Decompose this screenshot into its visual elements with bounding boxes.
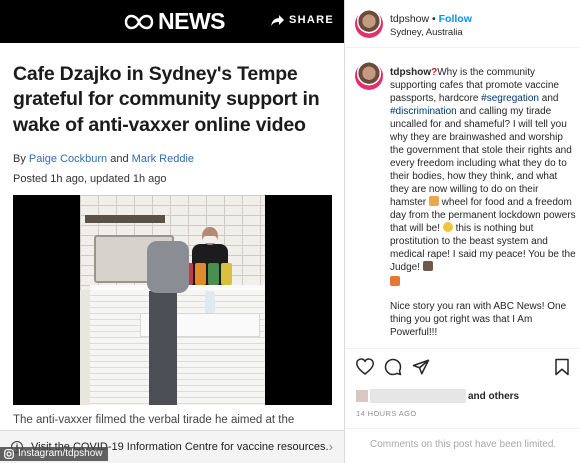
location-link[interactable]: Sydney, Australia — [390, 27, 463, 38]
judge-emoji-icon — [422, 261, 433, 271]
author-link-2[interactable]: Mark Reddie — [132, 153, 194, 165]
water-bottle — [205, 291, 215, 315]
liker-avatar-blurred — [356, 390, 368, 402]
abc-logo-icon — [124, 14, 154, 29]
liker-name-blurred — [370, 389, 466, 403]
source-watermark: Instagram/tdpshow — [0, 447, 108, 461]
author-link-1[interactable]: Paige Cockburn — [29, 153, 107, 165]
comments-limited-text: Comments on this post have been limited. — [370, 439, 557, 450]
comment-icon[interactable] — [384, 358, 402, 376]
avatar[interactable] — [355, 10, 383, 38]
article-body-snippet: The anti-vaxxer filmed the verbal tirade… — [13, 414, 295, 426]
posted-time: Posted 1h ago, updated 1h ago — [13, 173, 167, 185]
comments-limited-notice: Comments on this post have been limited. — [346, 428, 580, 463]
send-icon[interactable] — [412, 358, 430, 376]
watermark-text: Instagram/tdpshow — [18, 448, 103, 459]
caption-part-3: and calling my tirade uncalled for and s… — [390, 106, 572, 208]
hashtag-segregation[interactable]: #segregation — [481, 93, 539, 104]
abc-header: NEWS SHARE — [0, 0, 344, 43]
byline-and: and — [110, 153, 129, 165]
post-header: tdpshow • Follow Sydney, Australia — [346, 0, 580, 48]
caption-part-2: and — [539, 93, 559, 104]
likes-suffix: and others — [468, 390, 520, 402]
share-button[interactable]: SHARE — [270, 14, 334, 26]
shelf — [85, 215, 165, 223]
follow-button[interactable]: Follow — [439, 13, 472, 25]
article-photo — [13, 195, 332, 405]
post-author: tdpshow • Follow — [390, 13, 472, 25]
cafe-scene — [80, 195, 265, 405]
caption-paragraph-2: Nice story you ran with ABC News! One th… — [390, 301, 567, 338]
bookmark-icon[interactable] — [554, 358, 570, 376]
post-timestamp: 14 HOURS AGO — [356, 409, 417, 418]
abc-article-panel: NEWS SHARE Cafe Dzajko in Sydney's Tempe… — [0, 0, 345, 463]
byline-prefix: By — [13, 153, 26, 165]
collision-emoji-icon — [390, 276, 400, 286]
chevron-right-icon: › — [328, 439, 333, 454]
share-label: SHARE — [288, 14, 334, 26]
byline: By Paige Cockburn and Mark Reddie — [13, 153, 194, 165]
grin-emoji-icon — [442, 222, 453, 232]
comment-avatar[interactable] — [355, 62, 383, 90]
abc-logo-text: NEWS — [158, 8, 226, 34]
abc-news-logo[interactable]: NEWS — [124, 8, 226, 35]
instagram-panel: tdpshow • Follow Sydney, Australia tdpsh… — [346, 0, 580, 463]
likes-row[interactable]: and others — [356, 389, 519, 403]
hamster-emoji-icon — [428, 196, 439, 206]
article-headline: Cafe Dzajko in Sydney's Tempe grateful f… — [13, 63, 320, 136]
heart-icon[interactable] — [356, 358, 374, 375]
hashtag-discrimination[interactable]: #discrimination — [390, 106, 457, 117]
instagram-glyph-icon — [4, 448, 14, 459]
separator-dot: • — [432, 13, 436, 25]
filming-man — [147, 225, 199, 405]
photo-dark-border — [265, 195, 332, 405]
share-arrow-icon — [270, 14, 284, 26]
caption-text: tdpshow?Why is the community supporting … — [390, 66, 576, 339]
username-link[interactable]: tdpshow — [390, 13, 429, 25]
caption-username[interactable]: tdpshow — [390, 67, 431, 78]
post-actions — [346, 348, 580, 388]
